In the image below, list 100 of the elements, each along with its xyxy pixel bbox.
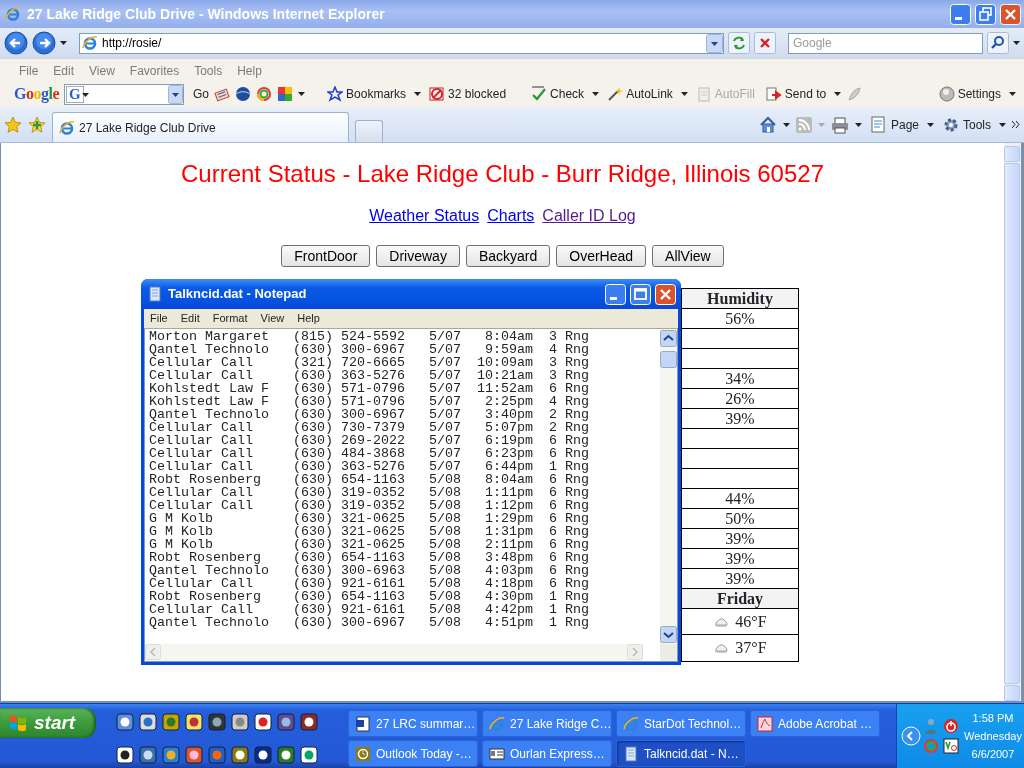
app-icon[interactable] — [116, 745, 134, 764]
caret-icon[interactable] — [999, 122, 1006, 127]
menu-item[interactable]: View — [89, 62, 115, 81]
caret-icon[interactable] — [927, 122, 934, 127]
menu-item[interactable]: Favorites — [129, 62, 180, 81]
toolbar-button[interactable]: Send to — [762, 85, 830, 103]
caret-icon[interactable] — [60, 41, 67, 45]
menu-item[interactable]: Format — [212, 310, 248, 327]
add-favorite-icon[interactable] — [28, 115, 46, 134]
toolbar-button[interactable]: AutoLink — [604, 85, 676, 103]
search-engine-logo[interactable]: G — [66, 85, 84, 103]
caret-icon[interactable] — [414, 92, 422, 96]
app-icon[interactable] — [139, 713, 157, 731]
dropdown-button[interactable] — [168, 84, 183, 104]
taskbar-button[interactable]: Talkncid.dat - N… — [616, 740, 746, 767]
app-icon[interactable] — [943, 738, 959, 754]
start-button[interactable]: start — [0, 708, 96, 738]
power-icon[interactable] — [943, 718, 959, 734]
menu-item[interactable]: Edit — [53, 62, 75, 81]
link[interactable]: Charts — [487, 206, 535, 226]
caret-icon[interactable] — [834, 92, 842, 96]
app-icon[interactable] — [231, 745, 249, 764]
toolbar-button[interactable]: Tools — [940, 115, 993, 134]
link[interactable]: Caller ID Log — [542, 206, 636, 226]
settings-button[interactable]: Settings — [935, 85, 1004, 103]
restore-button[interactable] — [975, 3, 996, 25]
home-icon[interactable] — [758, 115, 777, 134]
caret-icon[interactable] — [1013, 41, 1020, 45]
minimize-button[interactable] — [950, 3, 971, 25]
chevron-icon[interactable] — [1012, 121, 1020, 128]
search-field[interactable]: Google — [788, 32, 983, 54]
text-line: Kohlstedt Law F (630) 571-0796 5/07 2:25pm 4 Rng — [149, 395, 590, 408]
caret-icon[interactable] — [680, 92, 688, 96]
menu-item[interactable]: View — [260, 310, 285, 327]
app-icon[interactable] — [277, 713, 295, 731]
text-line: G M Kolb (630) 321-0625 5/08 1:29pm 6 Rng — [149, 512, 590, 525]
camera-button[interactable]: OverHead — [556, 245, 647, 267]
stop-button[interactable] — [754, 32, 776, 54]
app-icon[interactable] — [162, 713, 180, 731]
browser-tab[interactable]: 27 Lake Ridge Club Drive — [52, 112, 349, 142]
close-button[interactable] — [655, 283, 676, 305]
scroll-thumb[interactable] — [660, 351, 677, 368]
caret-icon[interactable] — [782, 122, 790, 127]
link[interactable]: Weather Status — [369, 206, 480, 226]
taskbar-button[interactable]: 27 Lake Ridge C… — [482, 710, 612, 737]
scroll-up-button[interactable] — [660, 330, 677, 347]
scrollbar[interactable] — [1004, 143, 1021, 701]
scrollbar[interactable] — [660, 329, 677, 644]
expand-button[interactable] — [901, 726, 921, 746]
caret-icon[interactable] — [854, 122, 862, 127]
scroll-down-button[interactable] — [660, 626, 677, 643]
star-icon[interactable] — [4, 115, 22, 134]
app-icon[interactable] — [254, 713, 272, 731]
menu-item[interactable]: File — [19, 62, 39, 81]
search-button[interactable] — [987, 32, 1009, 54]
taskbar-button[interactable]: Ourlan Express… — [482, 740, 612, 767]
forward-button[interactable] — [32, 31, 56, 55]
maximize-button[interactable] — [630, 283, 651, 305]
app-icon[interactable] — [300, 713, 318, 731]
text-line: Cellular Call (630) 921-6161 5/08 4:42pm 1 Rng — [149, 603, 590, 616]
print-icon[interactable] — [830, 115, 849, 134]
app-icon[interactable] — [277, 745, 295, 764]
caret-icon[interactable] — [1009, 92, 1016, 96]
camera-button[interactable]: Backyard — [465, 245, 551, 267]
taskbar-button[interactable]: StarDot Technol… — [616, 710, 746, 737]
camera-button[interactable]: AllView — [652, 245, 724, 267]
caret-icon[interactable] — [82, 92, 89, 97]
toolbar-button[interactable]: Check — [528, 85, 588, 103]
app-icon[interactable] — [116, 713, 134, 731]
minimize-button[interactable] — [605, 283, 626, 305]
taskbar-button[interactable]: 27 LRC summar… — [348, 710, 478, 737]
dropdown-button[interactable] — [706, 33, 723, 53]
close-button[interactable] — [1000, 3, 1021, 25]
text-line: Cellular Call (630) 484-3868 5/07 6:23pm 6 Rng — [149, 447, 590, 460]
menu-item[interactable]: Edit — [180, 310, 200, 327]
address-field[interactable]: http://rosie/ — [79, 32, 724, 54]
menu-item[interactable]: Help — [297, 310, 320, 327]
camera-button[interactable]: Driveway — [376, 245, 460, 267]
toolbar-button[interactable]: Bookmarks — [324, 85, 410, 103]
toolbar-button[interactable]: 32 blocked — [426, 85, 510, 103]
app-icon[interactable] — [185, 713, 203, 731]
taskbar-button[interactable]: Adobe Acrobat … — [750, 710, 880, 737]
refresh-button[interactable] — [728, 32, 750, 54]
app-icon[interactable] — [162, 745, 180, 764]
app-icon[interactable] — [300, 745, 318, 764]
menu-item[interactable]: Help — [237, 62, 262, 81]
app-icon[interactable] — [185, 745, 203, 764]
camera-button[interactable]: FrontDoor — [281, 245, 371, 267]
taskbar-button[interactable]: Outlook Today -… — [348, 740, 478, 767]
menu-item[interactable]: File — [150, 310, 168, 327]
app-icon[interactable] — [208, 713, 226, 731]
toolbar-button[interactable]: Page — [867, 115, 921, 134]
menu-item[interactable]: Tools — [194, 62, 223, 81]
caret-icon[interactable] — [592, 92, 600, 96]
app-icon[interactable] — [254, 745, 272, 764]
app-icon[interactable] — [139, 745, 157, 764]
go-button[interactable]: Go — [193, 85, 210, 103]
back-button[interactable] — [4, 31, 28, 55]
app-icon[interactable] — [231, 713, 249, 731]
caret-icon[interactable] — [298, 92, 306, 96]
